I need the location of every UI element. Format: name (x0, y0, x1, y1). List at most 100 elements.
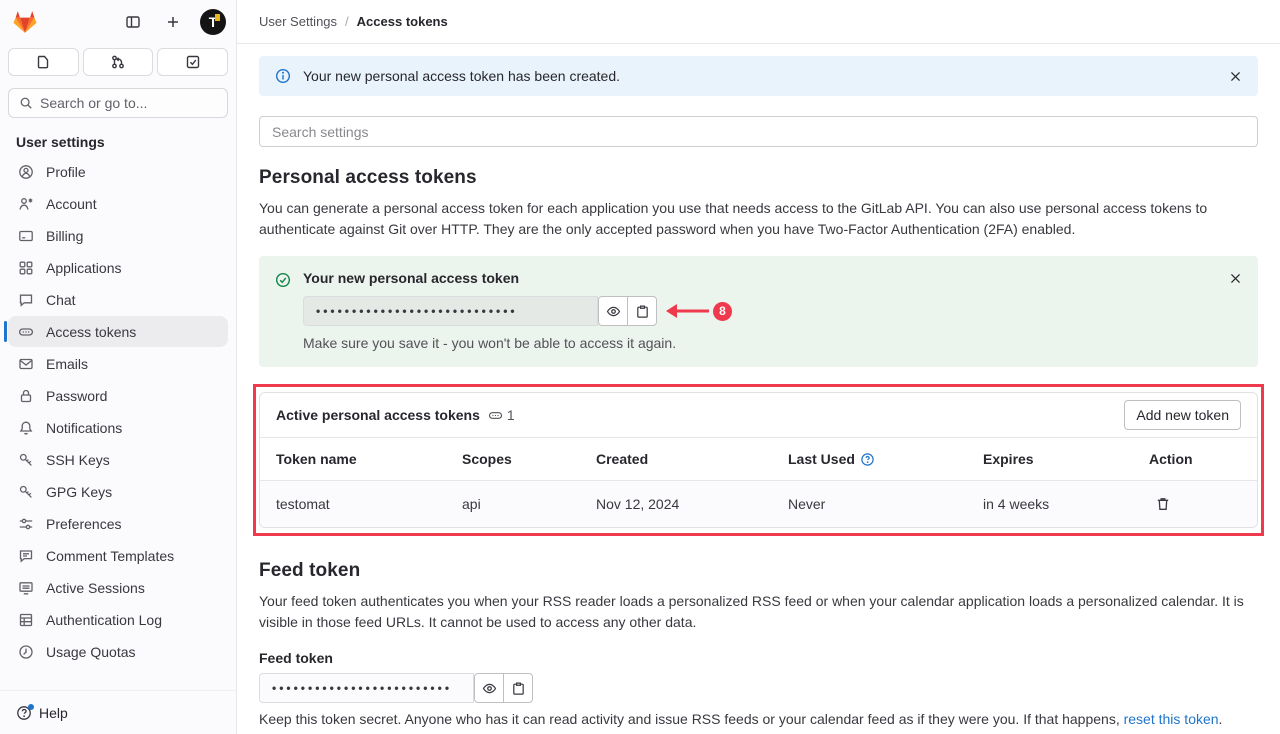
success-alert-close-icon[interactable] (1229, 272, 1242, 285)
user-avatar[interactable]: T (200, 9, 226, 35)
cell-last-used: Never (788, 496, 983, 512)
sidebar-header: T (0, 0, 236, 44)
last-used-help-icon[interactable] (860, 452, 875, 467)
monitor-icon (18, 580, 34, 596)
search-or-go-to-input[interactable]: Search or go to... (8, 88, 228, 118)
log-icon (18, 612, 34, 628)
merge-requests-shortcut-button[interactable] (83, 48, 154, 76)
search-settings-input[interactable] (259, 116, 1258, 147)
sidebar-item-access-tokens[interactable]: Access tokens (8, 316, 228, 347)
info-alert-text: Your new personal access token has been … (303, 68, 620, 84)
reveal-feed-token-eye-button[interactable] (474, 673, 504, 703)
breadcrumb-access-tokens: Access tokens (357, 14, 448, 29)
tokens-table-header: Token name Scopes Created Last Used Expi… (260, 437, 1257, 481)
account-icon (18, 196, 34, 212)
pat-description: You can generate a personal access token… (259, 198, 1258, 240)
revoke-token-trash-button[interactable] (1149, 494, 1241, 514)
applications-icon (18, 260, 34, 276)
annotation-rectangle: Active personal access tokens 1 Add new … (253, 384, 1264, 536)
sidebar-item-preferences[interactable]: Preferences (8, 508, 228, 539)
lock-icon (18, 388, 34, 404)
help-label: Help (39, 705, 68, 721)
sidebar-nav: Profile Account Billing Applications Cha… (0, 156, 236, 690)
page-title: Personal access tokens (259, 167, 1258, 189)
clipboard-icon (511, 681, 526, 696)
chat-icon (18, 292, 34, 308)
sidebar-item-password[interactable]: Password (8, 380, 228, 411)
feed-token-description: Your feed token authenticates you when y… (259, 591, 1258, 633)
success-alert-note: Make sure you save it - you won't be abl… (303, 335, 1229, 351)
sidebar-toggle-icon[interactable] (120, 9, 146, 35)
copy-token-clipboard-button[interactable] (627, 296, 657, 326)
billing-icon (18, 228, 34, 244)
add-new-token-button[interactable]: Add new token (1124, 400, 1241, 430)
avatar-accent (215, 14, 220, 21)
cell-scopes: api (462, 496, 596, 512)
sidebar-item-chat[interactable]: Chat (8, 284, 228, 315)
sidebar-item-account[interactable]: Account (8, 188, 228, 219)
key-icon (18, 452, 34, 468)
sliders-icon (18, 516, 34, 532)
trash-icon (1155, 496, 1171, 512)
annotation-arrow (663, 302, 711, 320)
help-question-icon (16, 705, 32, 721)
sidebar-search-placeholder: Search or go to... (40, 95, 147, 111)
feed-token-heading: Feed token (259, 560, 1258, 582)
breadcrumb-separator: / (345, 14, 349, 29)
info-icon (275, 68, 291, 84)
feed-token-helper: Keep this token secret. Anyone who has i… (259, 711, 1258, 727)
cell-expires: in 4 weeks (983, 496, 1149, 512)
breadcrumb: User Settings / Access tokens (237, 0, 1280, 44)
comment-icon (18, 548, 34, 564)
help-button[interactable]: Help (0, 690, 236, 734)
token-count: 1 (488, 407, 515, 423)
reveal-token-eye-button[interactable] (598, 296, 628, 326)
sidebar-shortcuts (0, 44, 236, 76)
token-count-icon (488, 408, 503, 423)
success-alert-title: Your new personal access token (303, 270, 1229, 286)
copy-feed-token-clipboard-button[interactable] (503, 673, 533, 703)
profile-icon (18, 164, 34, 180)
sidebar-item-gpg-keys[interactable]: GPG Keys (8, 476, 228, 507)
create-new-plus-icon[interactable] (160, 9, 186, 35)
sidebar-item-emails[interactable]: Emails (8, 348, 228, 379)
check-circle-icon (275, 272, 291, 288)
search-icon (19, 96, 33, 110)
bell-icon (18, 420, 34, 436)
sidebar-section-title: User settings (0, 118, 236, 156)
reset-token-link[interactable]: reset this token (1124, 711, 1219, 727)
content: Your new personal access token has been … (237, 44, 1280, 734)
clipboard-icon (635, 304, 650, 319)
sidebar-item-usage-quotas[interactable]: Usage Quotas (8, 636, 228, 667)
token-count-value: 1 (507, 407, 515, 423)
sidebar-item-active-sessions[interactable]: Active Sessions (8, 572, 228, 603)
issues-shortcut-button[interactable] (8, 48, 79, 76)
eye-icon (606, 304, 621, 319)
cell-token-name: testomat (276, 496, 462, 512)
cell-created: Nov 12, 2024 (596, 496, 788, 512)
help-notification-dot (28, 704, 34, 710)
sidebar-item-billing[interactable]: Billing (8, 220, 228, 251)
success-alert: Your new personal access token •••••••••… (259, 256, 1258, 367)
token-icon (18, 324, 34, 340)
sidebar-item-authentication-log[interactable]: Authentication Log (8, 604, 228, 635)
gitlab-logo-icon[interactable] (12, 9, 38, 35)
sidebar: T Search or go to... User settings (0, 0, 237, 734)
eye-icon (482, 681, 497, 696)
active-tokens-title: Active personal access tokens (276, 407, 480, 423)
new-token-masked-field[interactable]: •••••••••••••••••••••••••••• (303, 296, 598, 326)
sidebar-item-comment-templates[interactable]: Comment Templates (8, 540, 228, 571)
gauge-icon (18, 644, 34, 660)
email-icon (18, 356, 34, 372)
sidebar-item-notifications[interactable]: Notifications (8, 412, 228, 443)
active-tokens-card: Active personal access tokens 1 Add new … (259, 392, 1258, 528)
sidebar-item-profile[interactable]: Profile (8, 156, 228, 187)
todo-list-shortcut-button[interactable] (157, 48, 228, 76)
info-alert: Your new personal access token has been … (259, 56, 1258, 96)
feed-token-label: Feed token (259, 650, 1258, 666)
info-alert-close-icon[interactable] (1229, 70, 1242, 83)
sidebar-item-applications[interactable]: Applications (8, 252, 228, 283)
sidebar-item-ssh-keys[interactable]: SSH Keys (8, 444, 228, 475)
feed-token-masked-field[interactable]: ••••••••••••••••••••••••• (259, 673, 474, 703)
breadcrumb-user-settings[interactable]: User Settings (259, 14, 337, 29)
